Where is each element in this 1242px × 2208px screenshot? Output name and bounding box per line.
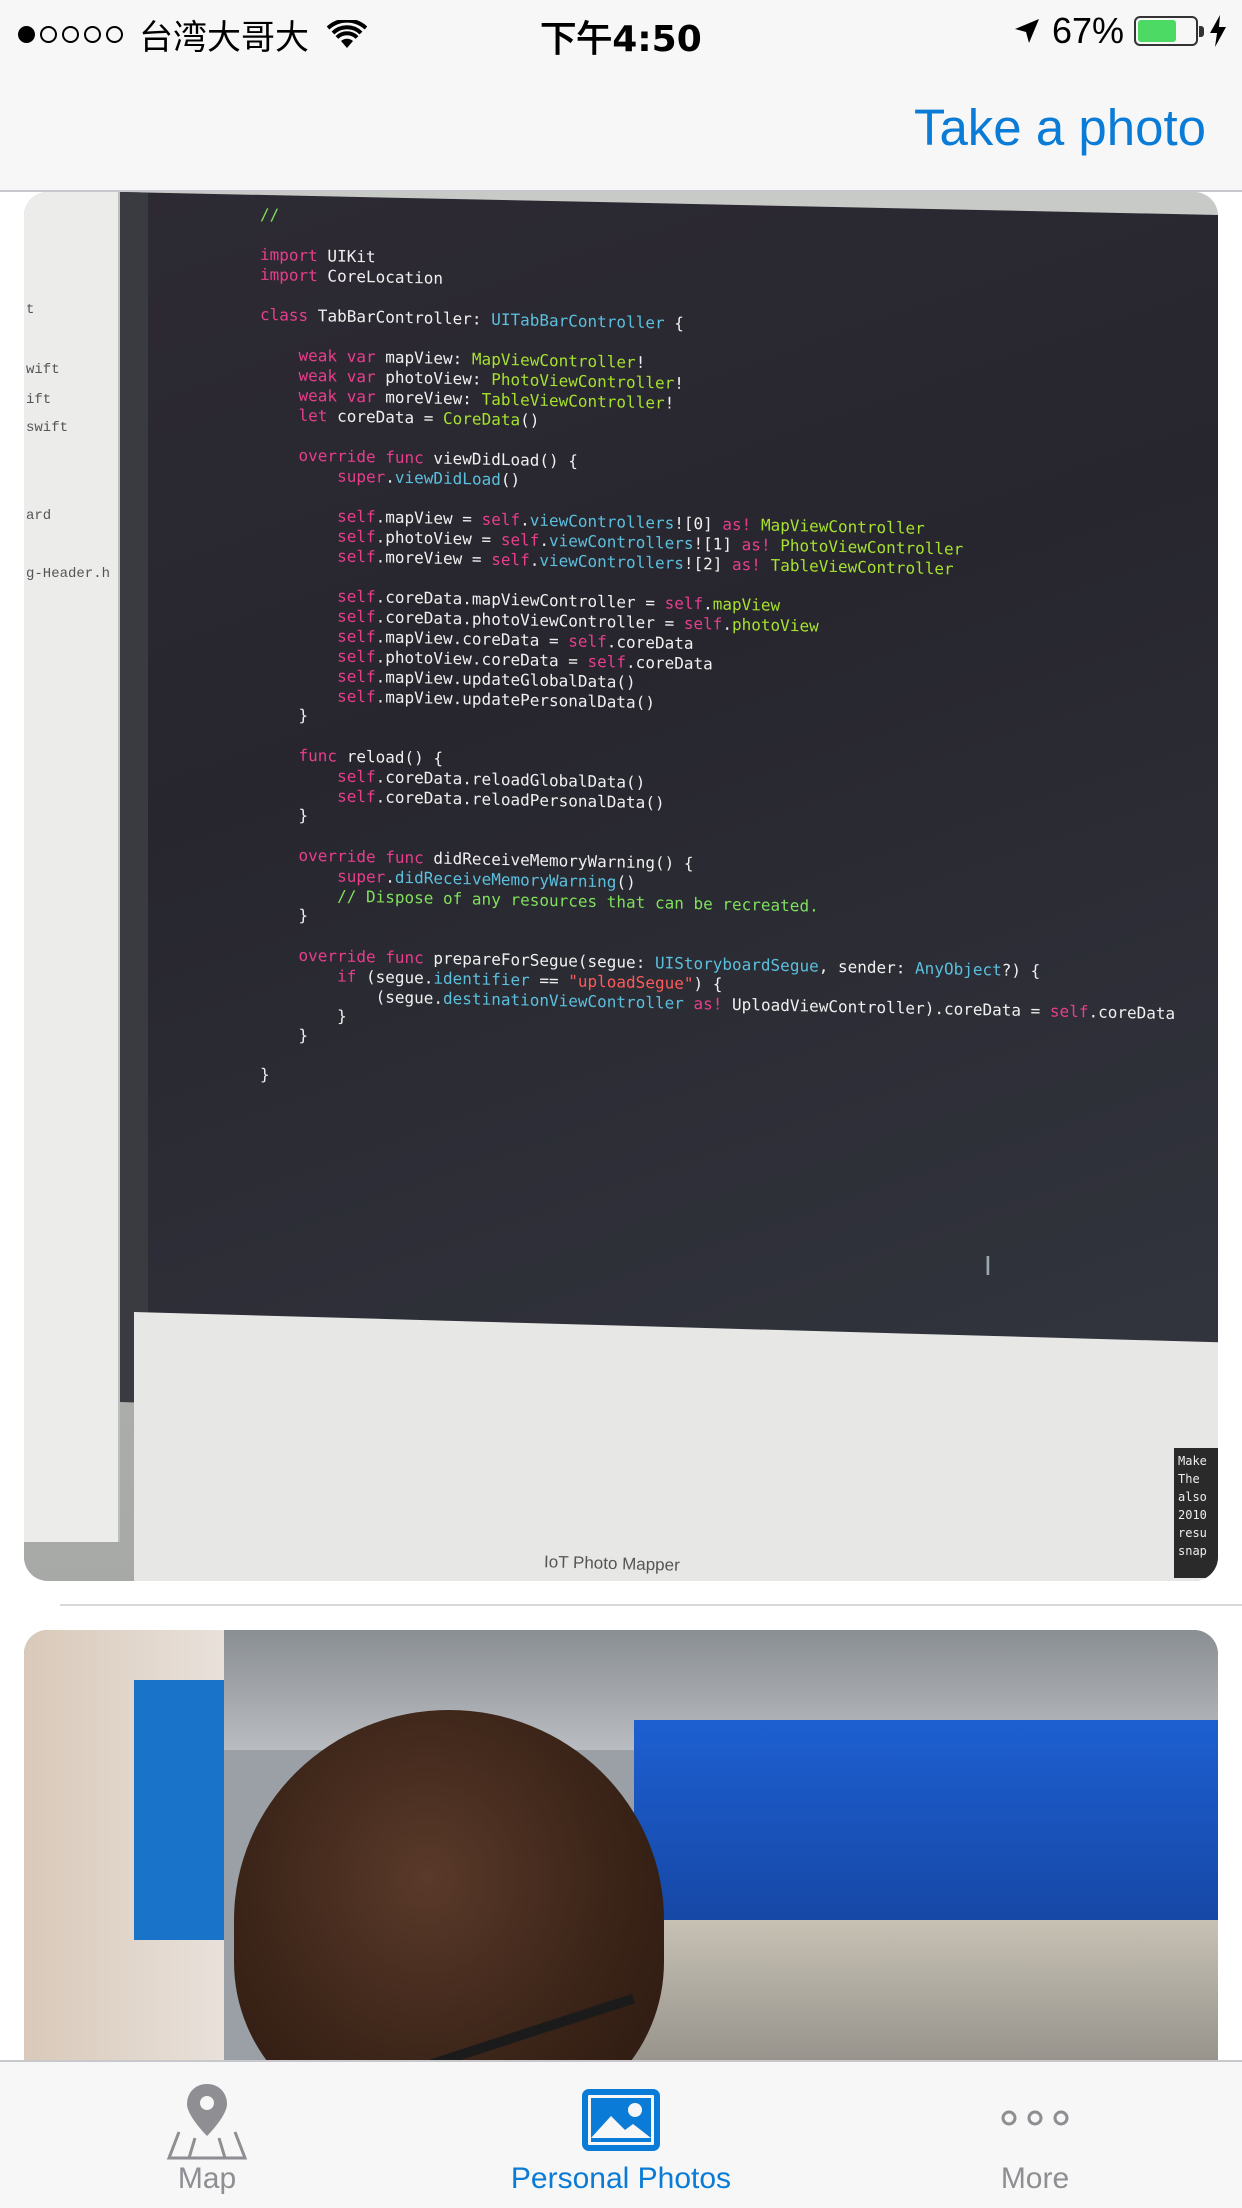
photo-editor-gutter	[120, 192, 148, 1403]
tab-more[interactable]: More	[828, 2062, 1242, 2208]
battery-percent: 67%	[1051, 10, 1124, 51]
photo-text: swift	[26, 420, 69, 436]
photo-item[interactable]	[24, 1630, 1218, 2060]
photo-cursor: I	[984, 1250, 992, 1281]
photo-console-text: Make The also 2010 resu snap	[1174, 1448, 1218, 1578]
photo-image: t wift ift swift ard g-Header.h // impor…	[24, 192, 1218, 1581]
photo-icon	[582, 2089, 660, 2151]
take-photo-button[interactable]: Take a photo	[914, 98, 1206, 157]
photo-sign	[134, 1680, 224, 1940]
status-bar: 台湾大哥大 下午4:50 67%	[0, 0, 1242, 60]
photo-street	[604, 1920, 1218, 2060]
list-separator	[60, 1604, 1242, 1606]
photo-text: wift	[26, 362, 60, 378]
battery-fill	[1138, 20, 1176, 42]
photo-ide-sidebar: t wift ift swift ard g-Header.h	[24, 192, 120, 1542]
battery-cap	[1199, 26, 1204, 37]
app-screen: 台湾大哥大 下午4:50 67% Take a photo t wift ift…	[0, 0, 1242, 2208]
photo-text: ift	[26, 392, 52, 408]
status-right: 67%	[1012, 10, 1228, 52]
more-icon	[1001, 2110, 1069, 2126]
tab-label: More	[1000, 2162, 1070, 2195]
tab-bar: Map Personal Photos More	[0, 2060, 1242, 2208]
navigation-bar: Take a photo	[0, 60, 1242, 192]
photo-text: g-Header.h	[26, 566, 111, 582]
photo-ide-debug-area	[134, 1312, 1218, 1581]
map-pin-icon	[166, 2084, 248, 2160]
tab-label: Map	[177, 2162, 237, 2195]
tab-map[interactable]: Map	[0, 2062, 414, 2208]
photo-awning	[634, 1720, 1218, 1920]
photo-text: t	[26, 302, 35, 318]
charging-bolt-icon	[1210, 15, 1226, 47]
tab-personal-photos[interactable]: Personal Photos	[414, 2062, 828, 2208]
photo-code-text: // import UIKit import CoreLocation clas…	[260, 204, 1176, 1085]
location-arrow-icon	[1014, 19, 1039, 43]
photo-code-editor: // import UIKit import CoreLocation clas…	[120, 192, 1218, 1425]
photo-list[interactable]: t wift ift swift ard g-Header.h // impor…	[0, 192, 1242, 2060]
photo-text: ard	[26, 508, 52, 524]
battery-icon	[1134, 16, 1204, 46]
tab-label: Personal Photos	[510, 2162, 732, 2195]
photo-text: IoT Photo Mapper	[543, 1552, 681, 1575]
photo-item[interactable]: t wift ift swift ard g-Header.h // impor…	[24, 192, 1218, 1581]
